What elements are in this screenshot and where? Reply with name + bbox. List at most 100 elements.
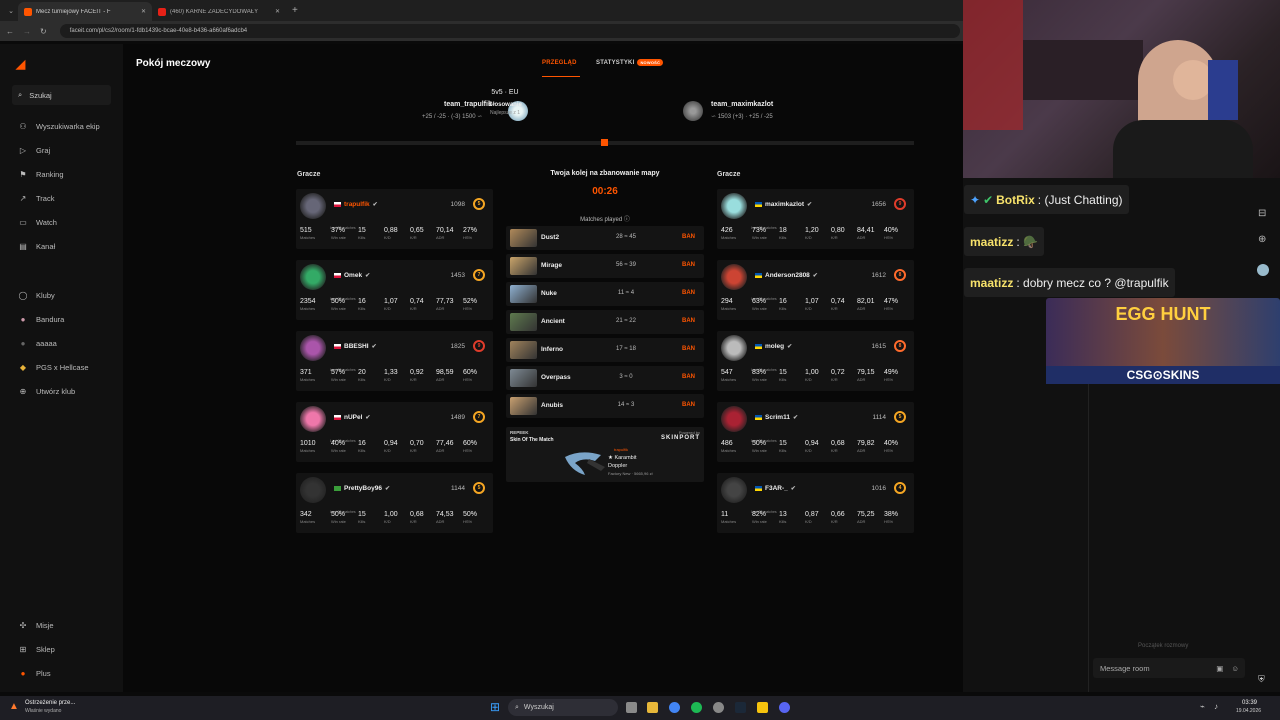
player-avatar[interactable] <box>300 477 326 503</box>
sidebar-item-create-club[interactable]: ⊕ Utwórz klub <box>18 387 76 396</box>
player-avatar[interactable] <box>721 477 747 503</box>
sidebar-item-play[interactable]: ▷ Graj <box>18 146 50 155</box>
spotify-icon[interactable] <box>691 702 702 713</box>
close-icon[interactable]: ✕ <box>275 8 280 15</box>
volume-icon[interactable]: ♪ <box>1214 702 1218 711</box>
player-avatar[interactable] <box>300 335 326 361</box>
sidebar-item-club-pgs[interactable]: ◆ PGS x Hellcase <box>18 363 89 372</box>
map-row[interactable]: Nuke 11 ≈ 4 BAN <box>506 282 704 306</box>
add-friend-icon[interactable]: ⊕ <box>1258 234 1266 245</box>
friend-avatar[interactable] <box>1257 264 1269 276</box>
player-card[interactable]: trapulfik ✔ 1098 5 Last 30 matches 515 Matches… <box>296 189 493 249</box>
sidebar-item-clubs[interactable]: ◯ Kluby <box>18 291 55 300</box>
player-avatar[interactable] <box>721 193 747 219</box>
player-avatar[interactable] <box>300 264 326 290</box>
tab-statistics[interactable]: STATYSTYKI NOWOŚĆ <box>596 59 664 66</box>
sidebar-item-ranking[interactable]: ⚑ Ranking <box>18 170 63 179</box>
player-card[interactable]: Omek ✔ 1453 7 Last 30 matches 2354 Matches 50% W… <box>296 260 493 320</box>
stat-1: 73% Win rate <box>752 227 767 240</box>
player-card[interactable]: BBESHI ✔ 1825 9 Last 30 matches 371 Matches 57%… <box>296 331 493 391</box>
notifications-icon[interactable]: ⊟ <box>1258 208 1266 219</box>
player-avatar[interactable] <box>300 406 326 432</box>
ban-map-button[interactable]: BAN <box>682 234 695 240</box>
sponsor-ad-banner[interactable]: EGG HUNT CSG⊙SKINS <box>1046 298 1280 384</box>
player-card[interactable]: nUPel ✔ 1489 7 Last 30 matches 1010 Matches 40%… <box>296 402 493 462</box>
sidebar-item-missions[interactable]: ✣ Misje <box>18 621 54 630</box>
ban-map-button[interactable]: BAN <box>682 318 695 324</box>
player-card[interactable]: F3AR-_ ✔ 1016 4 Last 30 matches 11 Matches 82% W… <box>717 473 914 533</box>
map-row[interactable]: Ancient 21 ≈ 22 BAN <box>506 310 704 334</box>
player-name[interactable]: maximkazlot ✔ <box>765 201 812 208</box>
map-row[interactable]: Anubis 14 ≈ 3 BAN <box>506 394 704 418</box>
player-name[interactable]: Omek ✔ <box>344 272 370 279</box>
player-name[interactable]: Scrim11 ✔ <box>765 414 798 421</box>
file-explorer-icon[interactable] <box>647 702 658 713</box>
ban-map-button[interactable]: BAN <box>682 374 695 380</box>
player-card[interactable]: Anderson2808 ✔ 1612 8 Last 30 matches 294 Matc… <box>717 260 914 320</box>
player-name[interactable]: BBESHI ✔ <box>344 343 377 350</box>
ban-map-button[interactable]: BAN <box>682 262 695 268</box>
obs-icon[interactable] <box>713 702 724 713</box>
team2-avatar[interactable] <box>683 101 703 121</box>
faceit-logo-icon[interactable]: ◢ <box>16 57 25 71</box>
player-name[interactable]: moleg ✔ <box>765 343 792 350</box>
player-name[interactable]: F3AR-_ ✔ <box>765 485 796 492</box>
browser-tab-youtube[interactable]: (460) KARNE ZADECYDOWAŁY ✕ <box>152 2 286 21</box>
player-card[interactable]: maximkazlot ✔ 1656 9 Last 30 matches 426 Match… <box>717 189 914 249</box>
sidebar-search[interactable]: ⌕ Szukaj <box>12 85 111 105</box>
steam-icon[interactable] <box>735 702 746 713</box>
ban-map-button[interactable]: BAN <box>682 346 695 352</box>
sidebar-item-club-bandura[interactable]: ● Bandura <box>18 315 65 324</box>
emoji-icon[interactable]: ☺ <box>1231 664 1239 673</box>
map-row[interactable]: Overpass 3 ≈ 0 BAN <box>506 366 704 390</box>
reload-icon[interactable]: ↻ <box>40 27 47 36</box>
team2-name[interactable]: team_maximkazlot <box>711 101 773 108</box>
sidebar-item-shop[interactable]: ⊞ Sklep <box>18 645 55 654</box>
player-card[interactable]: moleg ✔ 1615 8 Last 30 matches 547 Matches 83% W… <box>717 331 914 391</box>
sidebar-item-watch[interactable]: ▭ Watch <box>18 218 57 227</box>
url-field[interactable]: faceit.com/pl/cs2/room/1-fdb1439c-bcae-4… <box>59 24 960 38</box>
player-card[interactable]: PrettyBoy96 ✔ 1144 5 Last 30 matches 342 Match… <box>296 473 493 533</box>
clock-time[interactable]: 03:39 <box>1242 700 1257 706</box>
forward-icon[interactable]: → <box>23 27 31 36</box>
sidebar-item-track[interactable]: ↗ Track <box>18 194 55 203</box>
sidebar-item-plus[interactable]: ● Plus <box>18 669 51 678</box>
new-tab-icon[interactable]: + <box>292 5 298 16</box>
discord-icon[interactable] <box>779 702 790 713</box>
map-row[interactable]: Mirage 56 ≈ 39 BAN <box>506 254 704 278</box>
player-avatar[interactable] <box>721 264 747 290</box>
sidebar-item-channel[interactable]: ▤ Kanał <box>18 242 55 251</box>
taskbar-search[interactable]: ⌕ Wyszukaj <box>508 699 618 716</box>
notification-title[interactable]: Ostrzeżenie prze... <box>25 700 75 706</box>
sidebar-item-party-finder[interactable]: ⚇ Wyszukiwarka ekip <box>18 122 99 131</box>
stat-value: 50% <box>331 298 346 305</box>
ban-map-button[interactable]: BAN <box>682 402 695 408</box>
ban-map-button[interactable]: BAN <box>682 290 695 296</box>
player-name[interactable]: PrettyBoy96 ✔ <box>344 485 390 492</box>
player-card[interactable]: Scrim11 ✔ 1114 5 Last 30 matches 486 Matches 50… <box>717 402 914 462</box>
sidebar-item-club-aaaaa[interactable]: ● aaaaa <box>18 339 57 348</box>
browser-tab-faceit[interactable]: Mecz turniejowy FACEIT - F ✕ <box>18 2 152 21</box>
network-icon[interactable]: ⌁ <box>1200 702 1205 711</box>
task-view-icon[interactable] <box>626 702 637 713</box>
image-icon[interactable]: ▣ <box>1216 664 1223 673</box>
player-name[interactable]: trapulfik ✔ <box>344 201 378 208</box>
chrome-icon[interactable] <box>669 702 680 713</box>
player-name[interactable]: nUPel ✔ <box>344 414 370 421</box>
player-avatar[interactable] <box>721 335 747 361</box>
player-avatar[interactable] <box>721 406 747 432</box>
stat-value: 515 <box>300 227 312 234</box>
tab-menu-icon[interactable]: ⌄ <box>4 7 18 15</box>
back-icon[interactable]: ← <box>6 27 14 36</box>
player-avatar[interactable] <box>300 193 326 219</box>
map-row[interactable]: Dust2 28 ≈ 45 BAN <box>506 226 704 250</box>
close-icon[interactable]: ✕ <box>141 8 146 15</box>
faceit-helmet-icon[interactable]: ⛨ <box>1258 674 1265 685</box>
map-row[interactable]: Inferno 17 ≈ 18 BAN <box>506 338 704 362</box>
chat-message-input[interactable]: Message room ▣ ☺ <box>1093 658 1245 678</box>
player-name[interactable]: Anderson2808 ✔ <box>765 272 818 279</box>
tab-overview[interactable]: PRZEGLĄD <box>542 60 577 66</box>
windows-start-icon[interactable]: ⊞ <box>490 700 500 714</box>
skin-of-the-match-banner[interactable]: REPEEK Skin Of The Match Powered by SKIN… <box>506 427 704 482</box>
app-icon[interactable] <box>757 702 768 713</box>
